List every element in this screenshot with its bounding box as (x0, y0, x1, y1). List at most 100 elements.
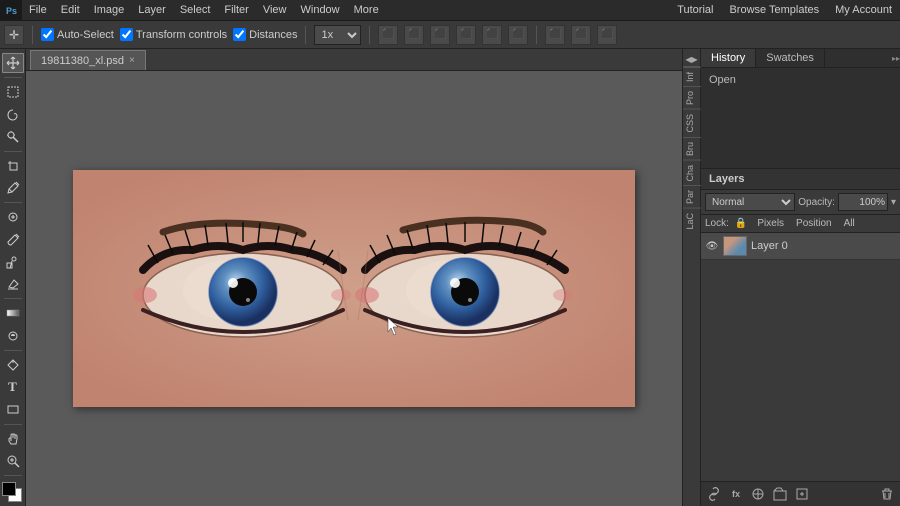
tool-eraser[interactable] (2, 274, 24, 294)
tool-shape[interactable] (2, 399, 24, 419)
align-bottom-icon[interactable]: ⬛ (508, 25, 528, 45)
tool-separator-3 (4, 202, 22, 203)
canvas-area: 19811380_xl.psd × (26, 49, 682, 506)
layers-panel-header: Layers (701, 169, 900, 190)
lock-label: Lock: (705, 218, 729, 229)
tool-text[interactable]: T (2, 377, 24, 397)
tool-hand[interactable] (2, 428, 24, 448)
tab-swatches[interactable]: Swatches (756, 49, 825, 67)
tool-pen[interactable] (2, 355, 24, 375)
canvas-scroll[interactable] (26, 71, 682, 506)
tool-zoom[interactable] (2, 451, 24, 471)
tool-gradient[interactable] (2, 303, 24, 323)
distribute-v-icon[interactable]: ⬛ (571, 25, 591, 45)
tool-separator-4 (4, 298, 22, 299)
arrange-icon[interactable]: ⬛ (597, 25, 617, 45)
align-middle-icon[interactable]: ⬛ (482, 25, 502, 45)
document-tab[interactable]: 19811380_xl.psd × (30, 50, 146, 70)
tool-move[interactable] (2, 53, 24, 73)
layer-visibility-toggle[interactable]: 👁 (705, 239, 719, 253)
blend-mode-select[interactable]: Normal Multiply Screen Overlay Soft Ligh… (705, 193, 795, 211)
align-top-icon[interactable]: ⬛ (456, 25, 476, 45)
delete-layer-btn[interactable] (878, 485, 896, 503)
menu-edit[interactable]: Edit (54, 0, 87, 21)
lock-all[interactable]: All (840, 217, 859, 230)
layers-lock-row: Lock: 🔒 Pixels Position All (701, 215, 900, 233)
mini-panel-brush[interactable]: Bru (683, 137, 701, 160)
auto-select-label[interactable]: Auto-Select (41, 28, 114, 41)
left-toolbar: T (0, 49, 26, 506)
tool-magic-wand[interactable] (2, 127, 24, 147)
history-swatches-tabs: History Swatches ▸▸ (701, 49, 900, 68)
tool-marquee[interactable] (2, 82, 24, 102)
tool-brush[interactable] (2, 230, 24, 250)
mini-panel: ◀▶ Inf Pro CSS Bru Cha Par LaC (682, 49, 700, 506)
tab-bar: 19811380_xl.psd × (26, 49, 682, 71)
separator2 (305, 26, 306, 44)
align-right-icon[interactable]: ⬛ (430, 25, 450, 45)
right-panel: History Swatches ▸▸ Open Layers Normal M… (700, 49, 900, 506)
new-group-btn[interactable] (771, 485, 789, 503)
layer-item-0[interactable]: 👁 Layer 0 (701, 233, 900, 260)
lock-icon[interactable]: 🔒 (733, 217, 749, 230)
align-left-icon[interactable]: ⬛ (378, 25, 398, 45)
history-item-open[interactable]: Open (705, 72, 896, 88)
history-content: Open (701, 68, 900, 168)
layer-name: Layer 0 (751, 240, 896, 252)
lock-pixels[interactable]: Pixels (753, 217, 788, 230)
menu-browse-templates[interactable]: Browse Templates (721, 0, 827, 21)
zoom-select[interactable]: 1x 2x 0.5x (314, 25, 361, 45)
mini-panel-css[interactable]: CSS (683, 109, 701, 137)
distribute-h-icon[interactable]: ⬛ (545, 25, 565, 45)
panel-collapse-arrow[interactable]: ▸▸ (892, 54, 900, 63)
transform-controls-label[interactable]: Transform controls (120, 28, 227, 41)
menu-layer[interactable]: Layer (131, 0, 173, 21)
menu-view[interactable]: View (256, 0, 294, 21)
canvas-image (73, 170, 635, 407)
mini-panel-info[interactable]: Inf (683, 67, 701, 86)
tool-clone[interactable] (2, 252, 24, 272)
transform-controls-text: Transform controls (136, 29, 227, 41)
mini-panel-properties[interactable]: Pro (683, 86, 701, 109)
layers-controls: Normal Multiply Screen Overlay Soft Ligh… (701, 190, 900, 215)
distances-label[interactable]: Distances (233, 28, 297, 41)
auto-select-checkbox[interactable] (41, 28, 54, 41)
distances-checkbox[interactable] (233, 28, 246, 41)
menu-my-account[interactable]: My Account (827, 0, 900, 21)
link-layers-btn[interactable] (705, 485, 723, 503)
mini-panel-layer-comps[interactable]: LaC (683, 208, 701, 234)
opacity-label: Opacity: (798, 197, 835, 208)
new-layer-btn[interactable] (793, 485, 811, 503)
menu-image[interactable]: Image (87, 0, 132, 21)
menu-window[interactable]: Window (294, 0, 347, 21)
menu-tutorial[interactable]: Tutorial (669, 0, 721, 21)
adjustment-layer-btn[interactable] (749, 485, 767, 503)
menu-file[interactable]: File (22, 0, 54, 21)
tool-eyedropper[interactable] (2, 178, 24, 198)
align-center-icon[interactable]: ⬛ (404, 25, 424, 45)
tool-separator-7 (4, 475, 22, 476)
transform-controls-checkbox[interactable] (120, 28, 133, 41)
move-tool-icon[interactable]: ✛ (4, 25, 24, 45)
tool-crop[interactable] (2, 156, 24, 176)
menu-more[interactable]: More (347, 0, 386, 21)
opacity-input[interactable] (838, 193, 888, 211)
tool-dodge[interactable] (2, 326, 24, 346)
opacity-dropdown-icon[interactable]: ▾ (891, 197, 896, 208)
mini-panel-paragraph[interactable]: Par (683, 185, 701, 208)
mini-panel-collapse[interactable]: ◀▶ (683, 53, 701, 67)
tool-lasso[interactable] (2, 104, 24, 124)
menu-filter[interactable]: Filter (217, 0, 255, 21)
tab-close-button[interactable]: × (129, 55, 135, 66)
mini-panel-channels[interactable]: Cha (683, 160, 701, 186)
tab-history[interactable]: History (701, 49, 756, 67)
svg-text:Ps: Ps (6, 6, 17, 16)
tool-healing[interactable] (2, 207, 24, 227)
foreground-color[interactable] (2, 482, 16, 496)
menu-left: Ps File Edit Image Layer Select Filter V… (0, 0, 386, 21)
main-area: T (0, 49, 900, 506)
distances-text: Distances (249, 29, 297, 41)
menu-select[interactable]: Select (173, 0, 218, 21)
layer-effects-btn[interactable]: fx (727, 485, 745, 503)
lock-position[interactable]: Position (792, 217, 836, 230)
